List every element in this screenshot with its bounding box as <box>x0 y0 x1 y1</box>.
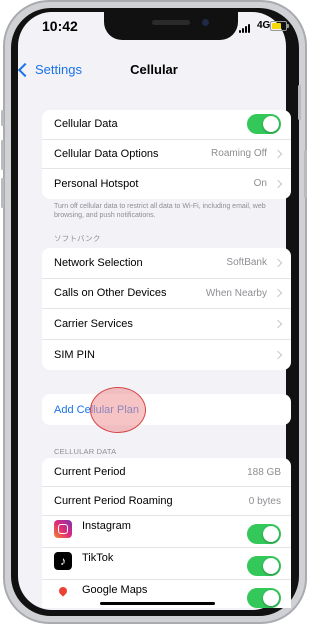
row-value: 0 bytes <box>248 495 281 507</box>
status-time: 10:42 <box>42 18 78 34</box>
page-title: Cellular <box>130 62 178 77</box>
home-indicator[interactable] <box>100 602 215 605</box>
cellular-footnote: Turn off cellular data to restrict all d… <box>54 203 266 219</box>
row-value: When Nearby <box>205 287 267 299</box>
current-period-roaming-row: Current Period Roaming 0 bytes <box>42 487 291 516</box>
app-name: Google Maps <box>82 584 148 596</box>
cellular-data-group: Cellular Data Cellular Data Options Roam… <box>42 110 291 199</box>
cellular-data-toggle[interactable] <box>247 114 281 135</box>
row-label: Current Period <box>54 466 126 478</box>
usage-group: Current Period 188 GB Current Period Roa… <box>42 458 291 608</box>
carrier-header: ソフトバンク <box>54 234 101 243</box>
carrier-services-row[interactable]: Carrier Services <box>42 309 291 340</box>
chevron-right-icon <box>273 179 283 189</box>
tiktok-toggle[interactable] <box>247 556 281 576</box>
status-bar: 10:42 4G <box>0 0 308 36</box>
personal-hotspot-row[interactable]: Personal Hotspot On <box>42 169 291 199</box>
app-name: Instagram <box>82 520 131 532</box>
row-label: SIM PIN <box>54 348 95 361</box>
row-value: 188 GB <box>247 466 281 478</box>
tap-indicator <box>90 387 146 433</box>
row-value: Roaming Off <box>211 148 267 160</box>
app-row-tiktok: ♪ TikTok <box>42 548 291 580</box>
instagram-toggle[interactable] <box>247 524 281 544</box>
google-maps-icon <box>54 584 72 602</box>
chevron-right-icon <box>273 319 283 328</box>
chevron-right-icon <box>273 350 283 359</box>
row-label: Cellular Data <box>54 118 118 131</box>
add-cellular-plan-button[interactable]: Add Cellular Plan <box>42 394 291 425</box>
add-plan-group: Add Cellular Plan <box>42 394 291 425</box>
battery-icon <box>270 21 289 31</box>
google-maps-toggle[interactable] <box>247 588 281 608</box>
app-name: TikTok <box>82 552 114 564</box>
network-type: 4G <box>257 20 271 31</box>
current-period-row: Current Period 188 GB <box>42 458 291 487</box>
calls-on-other-devices-row[interactable]: Calls on Other Devices When Nearby <box>42 279 291 309</box>
power-button <box>304 150 307 198</box>
carrier-group: Network Selection SoftBank Calls on Othe… <box>42 248 291 370</box>
row-label: Network Selection <box>54 256 143 269</box>
volume-down-button <box>1 178 4 208</box>
cellular-data-header: CELLULAR DATA <box>54 447 117 456</box>
sim-pin-row[interactable]: SIM PIN <box>42 340 291 371</box>
chevron-right-icon <box>273 149 283 159</box>
row-label: Cellular Data Options <box>54 147 159 160</box>
instagram-icon <box>54 520 72 538</box>
cellular-data-options-row[interactable]: Cellular Data Options Roaming Off <box>42 140 291 170</box>
chevron-right-icon <box>273 258 283 267</box>
row-label: Current Period Roaming <box>54 495 173 507</box>
row-value: On <box>253 178 267 190</box>
row-label: Calls on Other Devices <box>54 287 167 300</box>
scrollbar[interactable] <box>298 85 301 120</box>
silent-switch <box>1 110 4 126</box>
cellular-signal-icon <box>239 23 253 33</box>
tiktok-icon: ♪ <box>54 552 72 570</box>
cellular-data-row: Cellular Data <box>42 110 291 140</box>
volume-up-button <box>1 140 4 170</box>
app-row-instagram: Instagram <box>42 516 291 548</box>
chevron-right-icon <box>273 289 283 298</box>
row-value: SoftBank <box>226 257 267 269</box>
row-label: Carrier Services <box>54 317 133 330</box>
network-selection-row[interactable]: Network Selection SoftBank <box>42 248 291 279</box>
row-label: Personal Hotspot <box>54 177 139 190</box>
